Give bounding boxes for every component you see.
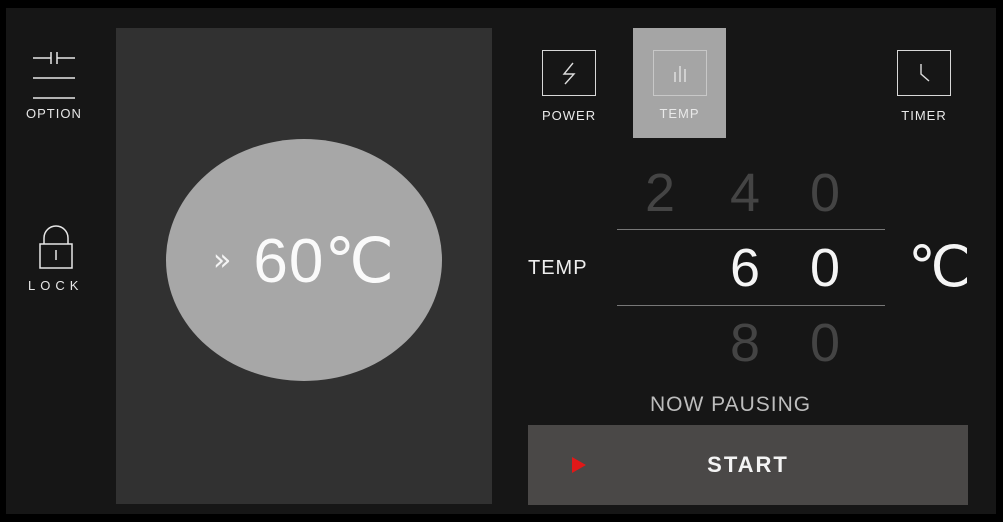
status-text: NOW PAUSING <box>650 393 812 416</box>
option-label: OPTION <box>26 106 82 121</box>
mode-timer-button[interactable]: TIMER <box>897 50 951 123</box>
mode-power-label: POWER <box>542 108 597 123</box>
padlock-icon <box>38 225 73 269</box>
mode-temp-button[interactable]: TEMP <box>633 28 726 138</box>
picker-current-digit[interactable]: 6 <box>730 237 760 299</box>
picker-prev-digit[interactable]: 0 <box>810 162 840 224</box>
mode-temp-label: TEMP <box>659 106 700 121</box>
bars-icon <box>673 66 686 82</box>
picker-divider <box>617 305 885 306</box>
picker-prev-digit[interactable]: 2 <box>645 162 675 224</box>
current-temperature: 60℃ <box>253 226 395 296</box>
temperature-display: » 60℃ <box>166 139 442 381</box>
picker-divider <box>617 229 885 230</box>
lock-label: LOCK <box>28 278 84 293</box>
temp-picker-label: TEMP <box>528 257 588 279</box>
picker-prev-digit[interactable]: 4 <box>730 162 760 224</box>
lock-button[interactable]: LOCK <box>28 222 83 293</box>
chevron-right-icon: » <box>213 242 232 278</box>
picker-next-digit[interactable]: 0 <box>810 312 840 374</box>
lightning-icon <box>562 62 576 85</box>
picker-current-digit[interactable]: 0 <box>810 237 840 299</box>
temp-unit: ℃ <box>908 235 971 298</box>
mode-power-button[interactable]: POWER <box>542 50 597 123</box>
start-label: START <box>707 452 789 477</box>
start-button[interactable]: START <box>528 425 968 505</box>
clock-icon <box>920 64 930 82</box>
play-icon <box>572 457 586 473</box>
mode-timer-label: TIMER <box>901 108 947 123</box>
preview-panel: » 60℃ <box>116 28 492 504</box>
sliders-icon <box>32 50 75 99</box>
option-button[interactable]: OPTION <box>26 48 82 121</box>
picker-next-digit[interactable]: 8 <box>730 312 760 374</box>
